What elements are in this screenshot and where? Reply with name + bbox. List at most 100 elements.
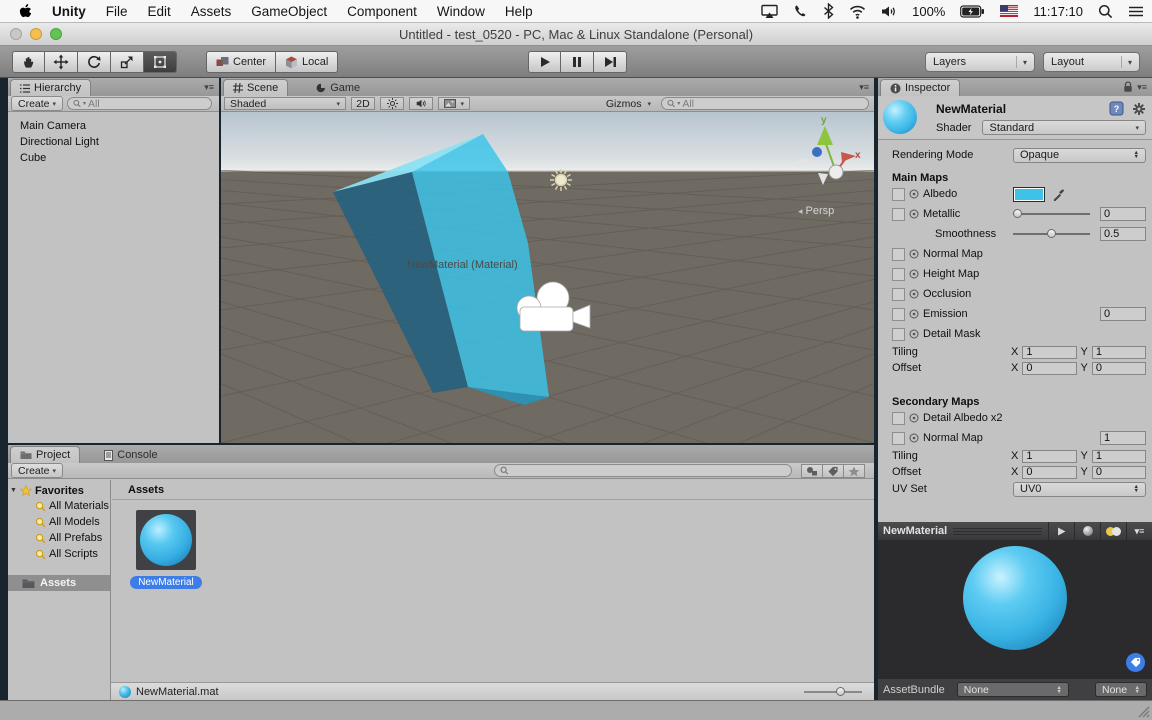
perspective-toggle[interactable]: ◂ Persp <box>798 205 834 217</box>
spotlight-search-icon[interactable] <box>1098 4 1113 19</box>
detail-albedo-texture-slot[interactable] <box>892 411 905 425</box>
menu-assets[interactable]: Assets <box>181 4 242 19</box>
axis-x-label[interactable]: x <box>855 150 861 161</box>
gear-icon[interactable] <box>1132 102 1146 116</box>
scene-effects-button[interactable]: ▾ <box>438 97 470 110</box>
asset-newmaterial[interactable] <box>136 510 196 570</box>
smoothness-value-field[interactable] <box>1100 227 1146 241</box>
phone-icon[interactable] <box>793 4 808 19</box>
draw-mode-dropdown[interactable]: Shaded ▾ <box>224 97 346 110</box>
panel-menu-icon[interactable]: ▾≡ <box>859 82 874 96</box>
uv-set-dropdown[interactable]: UV0 ▲ ▼ <box>1013 481 1146 497</box>
preview-lighting-button[interactable] <box>1100 522 1126 540</box>
tiling-x-field[interactable] <box>1022 345 1077 359</box>
menu-file[interactable]: File <box>96 4 138 19</box>
tab-console[interactable]: Console <box>94 446 167 463</box>
menu-component[interactable]: Component <box>337 4 427 19</box>
menu-edit[interactable]: Edit <box>138 4 181 19</box>
texture-picker-icon[interactable] <box>909 413 919 423</box>
panel-menu-icon[interactable]: ▾≡ <box>1137 82 1147 93</box>
close-window-button[interactable] <box>10 28 22 40</box>
texture-picker-icon[interactable] <box>909 309 919 319</box>
tab-hierarchy[interactable]: Hierarchy <box>10 79 92 96</box>
search-by-type-button[interactable] <box>801 464 823 478</box>
menu-help[interactable]: Help <box>495 4 543 19</box>
menu-window[interactable]: Window <box>427 4 495 19</box>
emission-value-field[interactable] <box>1100 307 1146 321</box>
asset-newmaterial-label[interactable]: NewMaterial <box>120 572 212 590</box>
rotate-tool-button[interactable] <box>78 51 111 73</box>
lock-icon[interactable] <box>1123 81 1133 93</box>
secondary-tiling-x-field[interactable] <box>1022 449 1077 463</box>
search-by-label-button[interactable] <box>822 464 844 478</box>
volume-icon[interactable] <box>881 4 897 19</box>
hierarchy-item-main-camera[interactable]: Main Camera <box>8 118 219 134</box>
occlusion-texture-slot[interactable] <box>892 287 905 301</box>
texture-picker-icon[interactable] <box>909 329 919 339</box>
metallic-texture-slot[interactable] <box>892 207 905 221</box>
secondary-tiling-y-field[interactable] <box>1091 449 1146 463</box>
layers-dropdown[interactable]: Layers ▾ <box>925 52 1035 72</box>
scene-search[interactable]: ▾ <box>661 97 869 110</box>
preview-header[interactable]: NewMaterial ▾≡ <box>878 522 1152 540</box>
hand-tool-button[interactable] <box>12 51 45 73</box>
layout-dropdown[interactable]: Layout ▾ <box>1043 52 1140 72</box>
preview-menu-icon[interactable]: ▾≡ <box>1126 522 1152 540</box>
secondary-normal-texture-slot[interactable] <box>892 431 905 445</box>
scene-search-input[interactable] <box>682 97 863 110</box>
zoom-window-button[interactable] <box>50 28 62 40</box>
preview-shape-button[interactable] <box>1074 522 1100 540</box>
favorite-all-models[interactable]: All Models <box>8 514 110 530</box>
resize-grip-icon[interactable] <box>1136 704 1150 718</box>
scene-viewport[interactable]: NewMaterial (Material) y x ◂ Persp <box>221 112 874 443</box>
scene-audio-button[interactable] <box>409 97 433 110</box>
wifi-icon[interactable] <box>849 4 866 19</box>
rect-tool-button[interactable] <box>144 51 177 73</box>
hierarchy-item-directional-light[interactable]: Directional Light <box>8 134 219 150</box>
material-thumbnail[interactable] <box>883 100 917 134</box>
emission-texture-slot[interactable] <box>892 307 905 321</box>
menu-gameobject[interactable]: GameObject <box>241 4 337 19</box>
tiling-y-field[interactable] <box>1091 345 1146 359</box>
preview-drag-handle[interactable] <box>953 527 1042 535</box>
assets-folder-item[interactable]: Assets <box>8 575 110 591</box>
tab-game[interactable]: Game <box>306 79 370 96</box>
metallic-slider[interactable] <box>1013 209 1090 218</box>
thumbnail-size-slider[interactable] <box>804 686 862 696</box>
scale-tool-button[interactable] <box>111 51 144 73</box>
rendering-mode-dropdown[interactable]: Opaque ▲ ▼ <box>1013 147 1146 163</box>
scene-lighting-button[interactable] <box>380 97 404 110</box>
hierarchy-search-input[interactable] <box>88 97 206 110</box>
menu-unity[interactable]: Unity <box>42 4 96 19</box>
secondary-offset-y-field[interactable] <box>1091 465 1146 479</box>
height-map-texture-slot[interactable] <box>892 267 905 281</box>
offset-y-field[interactable] <box>1091 361 1146 375</box>
axis-y-label[interactable]: y <box>821 115 827 126</box>
project-search[interactable] <box>494 464 792 477</box>
favorites-group[interactable]: ▼ Favorites <box>8 480 110 498</box>
assetbundle-variant-dropdown[interactable]: None ▲ ▼ <box>1095 682 1147 697</box>
flag-icon[interactable] <box>1000 5 1019 17</box>
smoothness-slider[interactable] <box>1013 229 1090 238</box>
hierarchy-create-button[interactable]: Create ▾ <box>11 96 64 111</box>
texture-picker-icon[interactable] <box>909 433 919 443</box>
texture-picker-icon[interactable] <box>909 269 919 279</box>
tab-project[interactable]: Project <box>10 446 81 463</box>
bluetooth-icon[interactable] <box>823 3 834 19</box>
tab-scene[interactable]: Scene <box>223 79 289 96</box>
project-create-button[interactable]: Create ▾ <box>11 463 64 478</box>
pause-button[interactable] <box>561 51 594 73</box>
tab-inspector[interactable]: Inspector <box>880 79 961 96</box>
airplay-icon[interactable] <box>761 4 778 19</box>
secondary-offset-x-field[interactable] <box>1022 465 1077 479</box>
pivot-local-button[interactable]: Local <box>276 51 339 73</box>
eyedropper-icon[interactable] <box>1052 188 1065 201</box>
texture-picker-icon[interactable] <box>909 249 919 259</box>
detail-mask-texture-slot[interactable] <box>892 327 905 341</box>
project-search-input[interactable] <box>510 464 786 477</box>
panel-menu-icon[interactable]: ▾≡ <box>204 82 219 96</box>
favorite-all-materials[interactable]: All Materials <box>8 498 110 514</box>
texture-picker-icon[interactable] <box>909 209 919 219</box>
move-tool-button[interactable] <box>45 51 78 73</box>
preview-canvas[interactable] <box>878 540 1152 678</box>
